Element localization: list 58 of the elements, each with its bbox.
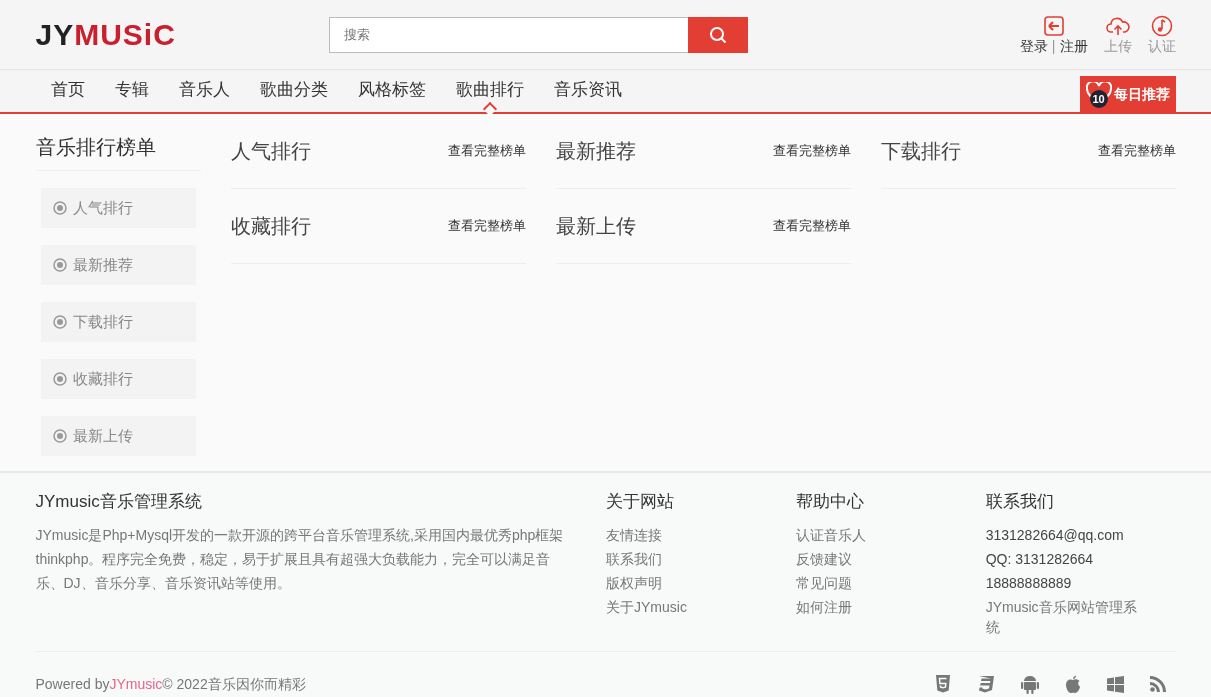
html5-icon[interactable] bbox=[934, 675, 951, 693]
footer-heading: 联系我们 bbox=[985, 491, 1055, 513]
login-link[interactable]: 登录 bbox=[1019, 36, 1048, 55]
register-link[interactable]: 注册 bbox=[1059, 36, 1088, 55]
chart-title: 收藏排行 bbox=[230, 214, 311, 239]
footer-link[interactable]: 版权声明 bbox=[606, 570, 796, 595]
footer-heading: 关于网站 bbox=[606, 491, 676, 513]
sign-in-icon[interactable] bbox=[1042, 14, 1065, 37]
nav-tab[interactable]: 歌曲排行 bbox=[440, 70, 539, 112]
chart-title: 最新推荐 bbox=[555, 139, 636, 164]
footer-link[interactable]: 如何注册 bbox=[795, 594, 986, 619]
footer-link[interactable]: 关于JYmusic bbox=[606, 594, 796, 619]
view-full-chart-link[interactable]: 查看完整榜单 bbox=[447, 141, 526, 161]
footer-link[interactable]: 反馈建议 bbox=[795, 546, 986, 571]
footer-description: JYmusic是Php+Mysql开发的一款开源的跨平台音乐管理系统,采用国内最优秀php框架thinkphp。程序完全免费，稳定，易于扩展且具有超强大负载能力，完全可以满足音乐、DJ、音乐分享、音乐资讯站等使用。 bbox=[35, 525, 565, 593]
nav-tab[interactable]: 音乐资讯 bbox=[538, 70, 637, 112]
view-full-chart-link[interactable]: 查看完整榜单 bbox=[772, 141, 851, 161]
nav-tab[interactable]: 音乐人 bbox=[163, 70, 245, 112]
footer-link[interactable]: 友情连接 bbox=[606, 522, 796, 547]
view-full-chart-link[interactable]: 查看完整榜单 bbox=[1097, 141, 1176, 161]
android-icon[interactable] bbox=[1020, 674, 1039, 694]
footer-heading: JYmusic音乐管理系统 bbox=[35, 491, 203, 513]
nav-tab[interactable]: 首页 bbox=[35, 70, 100, 112]
music-note-icon[interactable] bbox=[1150, 14, 1173, 37]
copyright-text: Powered byJYmusic© 2022音乐因你而精彩 bbox=[35, 674, 306, 694]
footer-link[interactable]: 联系我们 bbox=[606, 546, 796, 571]
css3-icon[interactable] bbox=[976, 675, 995, 693]
search-field[interactable]: 搜索 bbox=[328, 16, 689, 53]
windows-icon[interactable] bbox=[1106, 675, 1124, 693]
site-logo[interactable]: JYMUSiC bbox=[35, 19, 329, 50]
divider-text: | bbox=[1051, 36, 1056, 55]
radio-icon bbox=[52, 429, 67, 443]
view-full-chart-link[interactable]: 查看完整榜单 bbox=[447, 216, 526, 236]
radio-icon bbox=[52, 315, 67, 329]
footer-heading: 帮助中心 bbox=[795, 491, 865, 513]
chart-title: 人气排行 bbox=[230, 139, 311, 164]
rss-icon[interactable] bbox=[1149, 676, 1166, 692]
chart-title: 最新上传 bbox=[555, 214, 636, 239]
search-icon bbox=[708, 25, 727, 44]
footer-link[interactable]: 认证音乐人 bbox=[795, 522, 986, 547]
count-badge: 10 bbox=[1089, 90, 1108, 108]
radio-icon bbox=[52, 201, 67, 215]
contact-text: 18888888889 bbox=[985, 573, 1073, 593]
chart-title: 下载排行 bbox=[880, 139, 961, 164]
footer-link[interactable]: 常见问题 bbox=[795, 570, 986, 595]
contact-text: JYmusic音乐网站管理系统 bbox=[985, 597, 1138, 637]
nav-tab[interactable]: 专辑 bbox=[99, 70, 164, 112]
daily-recommend-button[interactable]: 10 每日推荐 bbox=[1079, 76, 1176, 112]
sidebar-title: 音乐排行榜单 bbox=[35, 114, 201, 171]
radio-icon bbox=[52, 258, 67, 272]
contact-text: QQ: 3131282664 bbox=[985, 549, 1095, 569]
view-full-chart-link[interactable]: 查看完整榜单 bbox=[772, 216, 851, 236]
search-button[interactable] bbox=[687, 16, 748, 53]
contact-text: 3131282664@qq.com bbox=[985, 525, 1125, 545]
nav-tab[interactable]: 风格标签 bbox=[342, 70, 441, 112]
apple-icon[interactable] bbox=[1064, 674, 1081, 694]
nav-tab[interactable]: 歌曲分类 bbox=[244, 70, 343, 112]
radio-icon bbox=[52, 372, 67, 386]
